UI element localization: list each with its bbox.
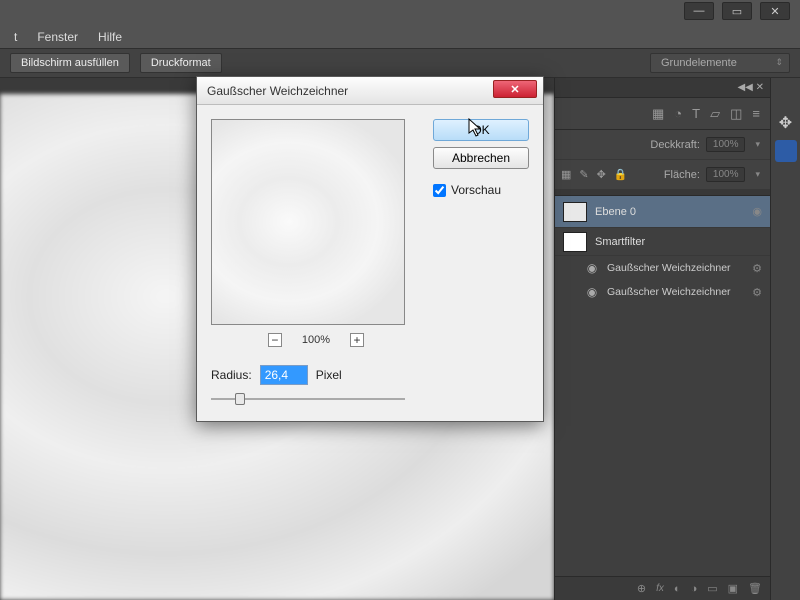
path-icon[interactable]: ▱ — [710, 106, 720, 122]
radius-slider[interactable] — [211, 391, 405, 407]
menu-hilfe[interactable]: Hilfe — [90, 28, 130, 46]
gaussian-blur-dialog: Gaußscher Weichzeichner ✕ − 100% + Radiu… — [196, 76, 544, 422]
new-layer-icon[interactable]: ▣ — [728, 582, 738, 595]
lock-pixels-icon[interactable]: ✎ — [579, 168, 588, 181]
layer-thumbnail[interactable] — [563, 202, 587, 222]
dialog-close-button[interactable]: ✕ — [493, 80, 537, 98]
opacity-label: Deckkraft: — [650, 139, 700, 151]
filter-gaussian-1[interactable]: ◉ Gaußscher Weichzeichner ⚙ — [555, 256, 770, 280]
minimize-button[interactable]: — — [684, 2, 714, 20]
slider-thumb[interactable] — [235, 393, 245, 405]
preview-checkbox-label: Vorschau — [451, 183, 501, 197]
lock-icon[interactable]: 🔒 — [614, 168, 628, 181]
smartfilter-label: Smartfilter — [595, 236, 645, 248]
type-icon[interactable]: T — [692, 106, 700, 121]
mask-icon[interactable]: ◐ — [674, 583, 681, 595]
group-icon[interactable]: ▭ — [707, 582, 717, 595]
fill-row: ▦ ✎ ✥ 🔒 Fläche: 100% ▾ — [555, 160, 770, 190]
shape-icon[interactable]: ◫ — [730, 106, 742, 122]
panel-menu-icon[interactable]: ≡ — [752, 106, 760, 121]
close-window-button[interactable]: ✕ — [760, 2, 790, 20]
collapsed-panel-rail: ✥ — [770, 78, 800, 600]
adjust-icon[interactable]: ◔ — [674, 106, 682, 121]
lock-all-icon[interactable]: ▦ — [561, 168, 571, 181]
lock-position-icon[interactable]: ✥ — [597, 168, 606, 181]
layer-name[interactable]: Ebene 0 — [595, 206, 636, 218]
layer-ebene-0[interactable]: Ebene 0 ◉ — [555, 196, 770, 228]
filter-gaussian-2[interactable]: ◉ Gaußscher Weichzeichner ⚙ — [555, 280, 770, 304]
zoom-in-button[interactable]: + — [350, 333, 364, 347]
rail-3d-icon[interactable] — [775, 84, 797, 106]
menu-item-truncated[interactable]: t — [6, 28, 25, 46]
filter-name: Gaußscher Weichzeichner — [607, 286, 731, 298]
dialog-title-text: Gaußscher Weichzeichner — [207, 84, 348, 98]
visibility-icon[interactable]: ◉ — [752, 205, 762, 218]
fill-dropdown-icon[interactable]: ▾ — [751, 169, 764, 180]
layers-footer: ⊕ fx ◐ ◑ ▭ ▣ 🗑 — [555, 576, 770, 600]
filter-settings-icon[interactable]: ⚙ — [752, 286, 762, 299]
fill-screen-button[interactable]: Bildschirm ausfüllen — [10, 53, 130, 73]
layers-panel: Ebene 0 ◉ Smartfilter ◉ Gaußscher Weichz… — [555, 190, 770, 576]
workspace-dropdown[interactable]: Grundelemente — [650, 53, 790, 73]
window-titlebar: — ▭ ✕ — [0, 0, 800, 26]
preview-checkbox-row[interactable]: Vorschau — [433, 183, 529, 197]
zoom-out-button[interactable]: − — [268, 333, 282, 347]
radius-unit: Pixel — [316, 368, 342, 382]
rail-move-icon[interactable]: ✥ — [775, 112, 797, 134]
filter-name: Gaußscher Weichzeichner — [607, 262, 731, 274]
panel-collapse-bar[interactable]: ◀◀ ✕ — [555, 78, 770, 98]
delete-icon[interactable]: 🗑 — [748, 582, 762, 595]
smartfilter-thumbnail — [563, 232, 587, 252]
rail-swatch-icon[interactable] — [775, 140, 797, 162]
filter-preview[interactable] — [211, 119, 405, 325]
maximize-button[interactable]: ▭ — [722, 2, 752, 20]
menubar: t Fenster Hilfe — [0, 26, 800, 48]
fx-icon[interactable]: fx — [656, 583, 664, 594]
print-format-button[interactable]: Druckformat — [140, 53, 222, 73]
smartfilter-row[interactable]: Smartfilter — [555, 228, 770, 256]
filter-visibility-icon[interactable]: ◉ — [585, 285, 599, 299]
cancel-button[interactable]: Abbrechen — [433, 147, 529, 169]
opacity-row: Deckkraft: 100% ▾ — [555, 130, 770, 160]
radius-input[interactable] — [260, 365, 308, 385]
image-icon[interactable]: ▦ — [652, 106, 664, 122]
filter-settings-icon[interactable]: ⚙ — [752, 262, 762, 275]
filter-visibility-icon[interactable]: ◉ — [585, 261, 599, 275]
preview-checkbox[interactable] — [433, 184, 446, 197]
fill-label: Fläche: — [664, 169, 700, 181]
dialog-titlebar[interactable]: Gaußscher Weichzeichner ✕ — [197, 77, 543, 105]
fill-value[interactable]: 100% — [706, 167, 746, 182]
menu-fenster[interactable]: Fenster — [29, 28, 86, 46]
panel-type-icons: ▦ ◔ T ▱ ◫ ≡ — [555, 98, 770, 130]
opacity-value[interactable]: 100% — [706, 137, 746, 152]
link-layers-icon[interactable]: ⊕ — [637, 582, 646, 595]
opacity-dropdown-icon[interactable]: ▾ — [751, 139, 764, 150]
adjustment-icon[interactable]: ◑ — [691, 583, 698, 595]
zoom-percent: 100% — [302, 334, 330, 346]
right-panel-group: ◀◀ ✕ ▦ ◔ T ▱ ◫ ≡ Deckkraft: 100% ▾ ▦ ✎ ✥… — [554, 78, 770, 600]
ok-button[interactable]: OK — [433, 119, 529, 141]
options-toolbar: Bildschirm ausfüllen Druckformat Grundel… — [0, 48, 800, 78]
radius-label: Radius: — [211, 368, 252, 382]
